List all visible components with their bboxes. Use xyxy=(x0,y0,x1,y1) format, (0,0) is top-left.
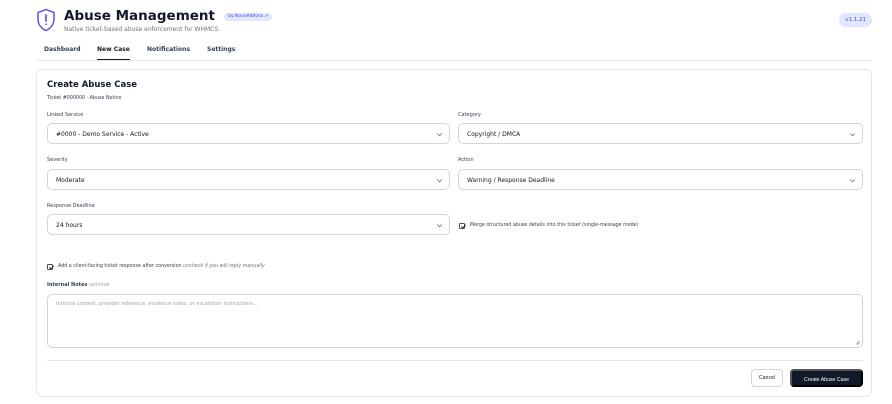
app-subtitle: Native ticket-based abuse enforcement fo… xyxy=(64,26,221,33)
response-deadline-value: 24 hours xyxy=(56,222,83,229)
action-value: Warning / Response Deadline xyxy=(467,177,555,184)
chevron-down-icon xyxy=(436,224,443,228)
tab-notifications[interactable]: Notifications xyxy=(147,45,190,59)
client-response-checkbox[interactable] xyxy=(47,263,54,270)
page-header: Abuse Management by NovoAddons ↗ Native … xyxy=(36,5,872,35)
version-badge: v1.1.21 xyxy=(839,13,872,27)
category-value: Copyright / DMCA xyxy=(467,131,521,138)
internal-notes-placeholder: Internal context, provider reference, ev… xyxy=(56,301,258,307)
response-deadline-label: Response Deadline xyxy=(47,203,95,209)
chevron-down-icon xyxy=(849,133,856,137)
chevron-down-icon xyxy=(849,179,856,183)
vendor-badge[interactable]: by NovoAddons ↗ xyxy=(224,13,273,21)
linked-service-label: Linked Service xyxy=(47,112,84,118)
category-label: Category xyxy=(458,112,481,118)
client-response-hint: uncheck if you will reply manually xyxy=(183,264,265,269)
client-response-label: Add a client-facing ticket response afte… xyxy=(58,264,182,269)
client-response-text: Add a client-facing ticket response afte… xyxy=(58,263,265,270)
checkmark-icon xyxy=(48,265,54,270)
create-abuse-case-button[interactable]: Create Abuse Case xyxy=(790,369,863,387)
tab-dashboard[interactable]: Dashboard xyxy=(44,45,81,59)
form-title: Create Abuse Case xyxy=(47,80,138,90)
shield-exclamation-icon xyxy=(37,8,55,32)
create-case-card: Create Abuse Case Ticket #000000 · Abuse… xyxy=(36,69,872,397)
internal-notes-label: Internal Notes xyxy=(47,282,88,288)
footer-divider xyxy=(47,360,863,361)
tab-new-case[interactable]: New Case xyxy=(97,45,130,60)
resize-grip-icon[interactable] xyxy=(855,340,860,345)
severity-select[interactable]: Moderate xyxy=(47,169,450,190)
merge-details-checkbox[interactable] xyxy=(459,222,466,229)
severity-value: Moderate xyxy=(56,177,85,184)
linked-service-select[interactable]: #0000 - Demo Service - Active xyxy=(47,123,450,144)
ticket-reference: Ticket #000000 · Abuse Notice xyxy=(47,96,122,101)
response-deadline-select[interactable]: 24 hours xyxy=(47,214,450,235)
internal-notes-label-wrap: Internal Notes optional xyxy=(47,282,109,289)
cancel-button[interactable]: Cancel xyxy=(751,369,783,387)
tab-bar: Dashboard New Case Notifications Setting… xyxy=(36,40,872,61)
action-select[interactable]: Warning / Response Deadline xyxy=(458,169,863,190)
category-select[interactable]: Copyright / DMCA xyxy=(458,123,863,144)
merge-details-label: Merge structured abuse details into this… xyxy=(470,223,639,228)
app-title: Abuse Management xyxy=(64,8,215,24)
checkmark-icon xyxy=(460,224,466,229)
tab-settings[interactable]: Settings xyxy=(207,45,235,59)
severity-label: Severity xyxy=(47,157,68,163)
chevron-down-icon xyxy=(436,179,443,183)
action-label: Action xyxy=(458,157,474,163)
chevron-down-icon xyxy=(436,133,443,137)
internal-notes-optional: optional xyxy=(89,282,110,288)
merge-details-option[interactable]: Merge structured abuse details into this… xyxy=(459,222,639,229)
client-response-option[interactable]: Add a client-facing ticket response afte… xyxy=(47,263,265,270)
internal-notes-input[interactable]: Internal context, provider reference, ev… xyxy=(47,294,863,348)
linked-service-value: #0000 - Demo Service - Active xyxy=(56,131,149,138)
